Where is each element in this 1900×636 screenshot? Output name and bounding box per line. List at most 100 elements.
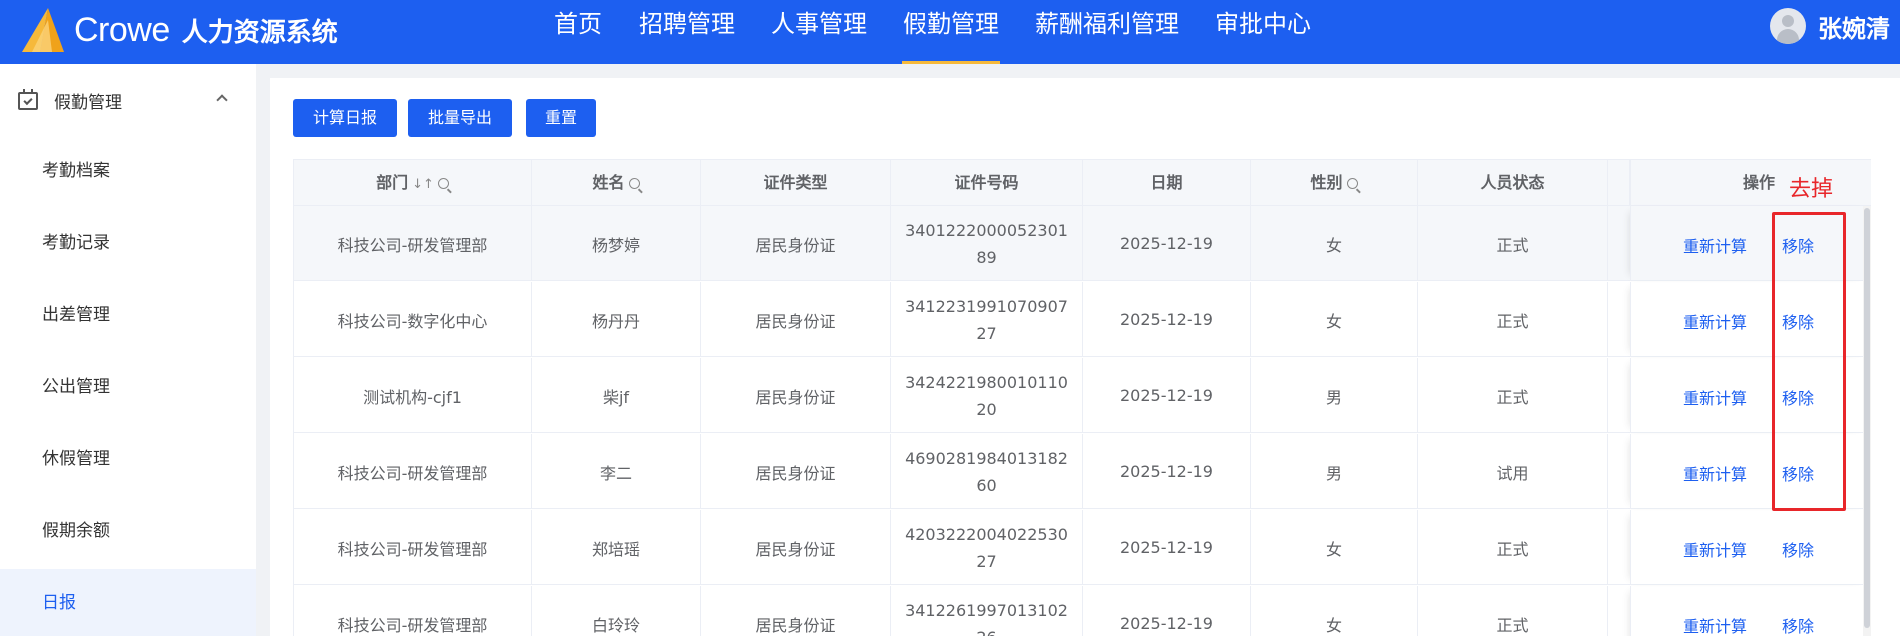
reset-button[interactable]: 重置 (526, 99, 596, 137)
column-header-label: 部门 (376, 173, 409, 192)
sidebar-group-label: 假勤管理 (54, 92, 122, 113)
chevron-up-icon[interactable] (216, 94, 228, 106)
cell-dept: 科技公司-研发管理部 (294, 510, 532, 585)
table-row[interactable]: 科技公司-研发管理部 李二 居民身份证 469028198401318260 2… (294, 434, 1871, 509)
sidebar-item-business-trip[interactable]: 出差管理 (0, 281, 256, 349)
table-row[interactable]: 科技公司-研发管理部 白玲玲 居民身份证 341226199701310226 … (294, 586, 1871, 636)
sidebar: 假勤管理 考勤档案 考勤记录 出差管理 公出管理 休假管理 假期余额 日报 (0, 64, 256, 636)
cell-gender: 女 (1251, 206, 1418, 281)
cell-name: 杨梦婷 (532, 206, 701, 281)
column-header-dept[interactable]: 部门 ↓↑ (294, 160, 532, 206)
cell-gender: 女 (1251, 282, 1418, 357)
cell-gender: 男 (1251, 434, 1418, 509)
nav-payroll[interactable]: 薪酬福利管理 (1034, 0, 1180, 64)
cell-dept: 科技公司-研发管理部 (294, 206, 532, 281)
cell-status: 正式 (1418, 206, 1608, 281)
recalculate-link[interactable]: 重新计算 (1683, 309, 1747, 333)
cell-dept: 科技公司-数字化中心 (294, 282, 532, 357)
column-header-label: 性别 (1310, 173, 1343, 192)
cell-date: 2025-12-19 (1083, 358, 1251, 433)
cell-id-type: 居民身份证 (701, 434, 891, 509)
cell-id-no: 342422198001011020 (891, 358, 1083, 433)
column-header-gender[interactable]: 性别 (1251, 160, 1418, 206)
sidebar-item-official-outing[interactable]: 公出管理 (0, 353, 256, 421)
logo[interactable]: Crowe 人力资源系统 (18, 4, 338, 56)
column-header-action: 操作 (1630, 160, 1871, 206)
remove-link[interactable]: 移除 (1782, 537, 1814, 561)
cell-gender: 女 (1251, 586, 1418, 636)
cell-id-no: 340122200005230189 (891, 206, 1083, 281)
search-icon[interactable] (437, 178, 449, 189)
cell-dept: 测试机构-cjf1 (294, 358, 532, 433)
top-header: Crowe 人力资源系统 首页 招聘管理 人事管理 假勤管理 薪酬福利管理 审批… (0, 0, 1900, 64)
cell-id-no: 420322200402253027 (891, 510, 1083, 585)
cell-actions: 重新计算 移除 (1630, 586, 1871, 636)
cell-id-type: 居民身份证 (701, 206, 891, 281)
sort-icon[interactable]: ↓↑ (412, 162, 434, 208)
table-scrollbar[interactable] (1863, 206, 1871, 636)
cell-status: 正式 (1418, 510, 1608, 585)
sidebar-group-attendance[interactable]: 假勤管理 (0, 70, 256, 130)
cell-status: 正式 (1418, 358, 1608, 433)
search-icon[interactable] (1346, 178, 1358, 189)
column-header-id-type: 证件类型 (701, 160, 891, 206)
cell-date: 2025-12-19 (1083, 510, 1251, 585)
nav-personnel[interactable]: 人事管理 (770, 0, 868, 64)
nav-approval[interactable]: 审批中心 (1214, 0, 1312, 64)
cell-name: 白玲玲 (532, 586, 701, 636)
recalculate-link[interactable]: 重新计算 (1683, 385, 1747, 409)
cell-id-no: 341223199107090727 (891, 282, 1083, 357)
column-header-id-no: 证件号码 (891, 160, 1083, 206)
crowe-logo-icon (22, 8, 64, 52)
cell-name: 柴jf (532, 358, 701, 433)
main-panel: 计算日报 批量导出 重置 部门 ↓↑ 姓名 证件类型 证件号码 日期 性别 人员状… (270, 78, 1900, 636)
sidebar-item-daily-report[interactable]: 日报 (0, 569, 256, 636)
recalculate-link[interactable]: 重新计算 (1683, 537, 1747, 561)
table-row[interactable]: 测试机构-cjf1 柴jf 居民身份证 342422198001011020 2… (294, 358, 1871, 433)
scrollbar-thumb[interactable] (1864, 208, 1870, 628)
nav-attendance[interactable]: 假勤管理 (902, 0, 1000, 64)
sidebar-item-attendance-archive[interactable]: 考勤档案 (0, 137, 256, 205)
table-row[interactable]: 科技公司-数字化中心 杨丹丹 居民身份证 341223199107090727 … (294, 282, 1871, 357)
cell-actions: 重新计算 移除 (1630, 510, 1871, 585)
recalculate-link[interactable]: 重新计算 (1683, 613, 1747, 636)
column-header-status: 人员状态 (1418, 160, 1608, 206)
batch-export-button[interactable]: 批量导出 (408, 99, 512, 137)
cell-name: 郑培瑶 (532, 510, 701, 585)
cell-status: 正式 (1418, 282, 1608, 357)
recalculate-link[interactable]: 重新计算 (1683, 461, 1747, 485)
user-menu[interactable]: 张婉清 (1770, 8, 1890, 44)
nav-home[interactable]: 首页 (552, 0, 604, 64)
daily-report-table: 部门 ↓↑ 姓名 证件类型 证件号码 日期 性别 人员状态 操作 科技公司-研发管… (293, 159, 1871, 636)
table-row[interactable]: 科技公司-研发管理部 郑培瑶 居民身份证 420322200402253027 … (294, 510, 1871, 585)
cell-id-type: 居民身份证 (701, 358, 891, 433)
sidebar-item-leave[interactable]: 休假管理 (0, 425, 256, 493)
table-row[interactable]: 科技公司-研发管理部 杨梦婷 居民身份证 340122200005230189 … (294, 206, 1871, 281)
sidebar-item-attendance-records[interactable]: 考勤记录 (0, 209, 256, 277)
cell-id-no: 469028198401318260 (891, 434, 1083, 509)
cell-gender: 男 (1251, 358, 1418, 433)
annotation-text: 去掉 (1789, 177, 1834, 202)
remove-link[interactable]: 移除 (1782, 613, 1814, 636)
column-header-label: 姓名 (592, 173, 625, 192)
cell-id-type: 居民身份证 (701, 282, 891, 357)
logo-wordmark: Crowe (74, 10, 170, 49)
cell-dept: 科技公司-研发管理部 (294, 586, 532, 636)
table-header: 部门 ↓↑ 姓名 证件类型 证件号码 日期 性别 人员状态 操作 (294, 159, 1871, 206)
system-name: 人力资源系统 (181, 17, 338, 48)
avatar[interactable] (1770, 8, 1806, 44)
cell-status: 试用 (1418, 434, 1608, 509)
cell-date: 2025-12-19 (1083, 434, 1251, 509)
recalculate-link[interactable]: 重新计算 (1683, 233, 1747, 257)
column-header-name[interactable]: 姓名 (532, 160, 701, 206)
cell-date: 2025-12-19 (1083, 206, 1251, 281)
sidebar-item-leave-balance[interactable]: 假期余额 (0, 497, 256, 565)
column-header-date: 日期 (1083, 160, 1251, 206)
cell-date: 2025-12-19 (1083, 586, 1251, 636)
nav-recruitment[interactable]: 招聘管理 (638, 0, 736, 64)
search-icon[interactable] (628, 178, 640, 189)
user-name: 张婉清 (1818, 14, 1890, 43)
cell-dept: 科技公司-研发管理部 (294, 434, 532, 509)
cell-name: 李二 (532, 434, 701, 509)
calculate-daily-report-button[interactable]: 计算日报 (293, 99, 397, 137)
